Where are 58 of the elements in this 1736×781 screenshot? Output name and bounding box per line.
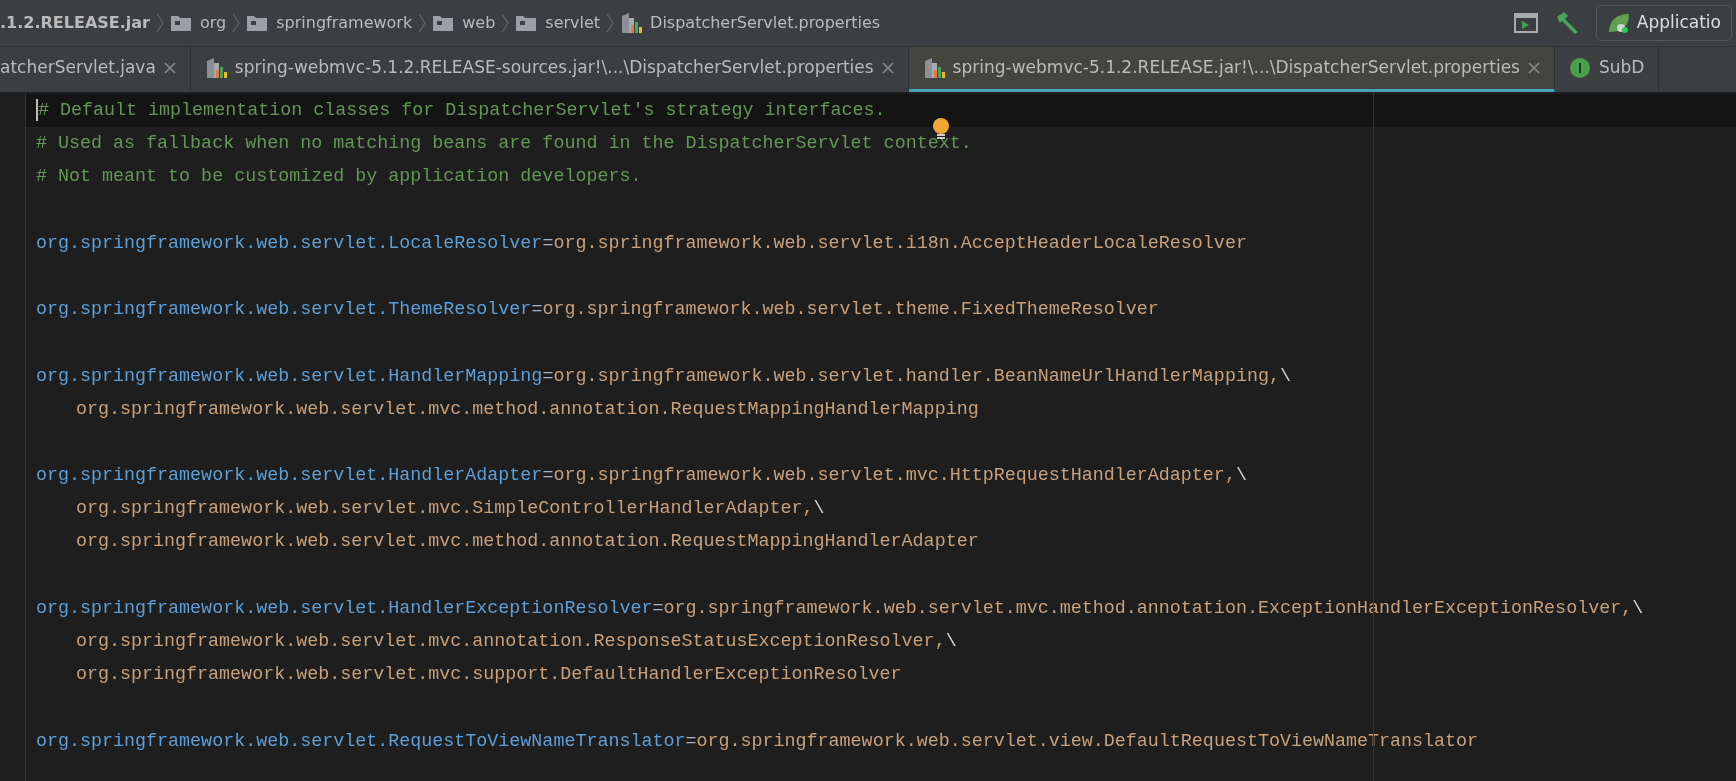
breadcrumb-item[interactable]: org	[199, 11, 227, 35]
line-continuation: \	[945, 631, 957, 652]
breadcrumb-item[interactable]: servlet	[545, 11, 601, 35]
property-key: org.springframework.web.servlet.ThemeResolver	[36, 299, 532, 321]
interface-icon	[1568, 57, 1591, 79]
property-value: org.springframework.web.servlet.mvc.SimpleControllerHandlerAdapter,	[76, 498, 814, 520]
equals-sign: =	[542, 365, 554, 387]
breadcrumb-item[interactable]: springframework	[276, 11, 413, 35]
comment-text: # Not meant to be customized by application developers.	[36, 166, 642, 188]
equals-sign: =	[542, 465, 554, 487]
property-value: org.springframework.web.servlet.view.DefaultRequestToViewNameTranslator	[696, 730, 1479, 752]
leaf-icon	[1606, 12, 1631, 34]
properties-file-icon	[620, 12, 643, 34]
breadcrumb-item[interactable]: DispatcherServlet.properties	[650, 11, 881, 35]
run-configuration-button[interactable]: Applicatio	[1595, 5, 1732, 41]
file-tab[interactable]: spring-webmvc-5.1.2.RELEASE.jar!\...\DispatcherServlet.properties	[908, 47, 1555, 92]
folder-icon	[246, 14, 269, 32]
line-continuation: \	[1279, 365, 1291, 387]
chevron-separator-icon	[155, 13, 164, 33]
breadcrumb-item[interactable]: web	[462, 11, 496, 35]
property-value: org.springframework.web.servlet.handler.BeanNameUrlHandlerMapping,	[553, 365, 1280, 387]
equals-sign: =	[652, 597, 664, 619]
comment-text: # Default implementation classes for DispatcherServlet's strategy interfaces.	[38, 100, 886, 121]
equals-sign: =	[542, 232, 554, 254]
chevron-separator-icon	[501, 13, 510, 33]
property-value: org.springframework.web.servlet.mvc.method.annotation.ExceptionHandlerExceptionResolver,	[663, 597, 1633, 619]
property-value: org.springframework.web.servlet.mvc.annotation.ResponseStatusExceptionResolver,	[76, 631, 946, 652]
property-key: org.springframework.web.servlet.LocaleResolver	[36, 232, 543, 254]
line-continuation: \	[1632, 597, 1644, 619]
equals-sign: =	[531, 299, 543, 321]
property-key: org.springframework.web.servlet.HandlerExceptionResolver	[36, 597, 653, 619]
chevron-separator-icon	[232, 13, 241, 33]
close-icon[interactable]	[1527, 62, 1540, 74]
breadcrumb-item[interactable]: .1.2.RELEASE.jar	[0, 11, 150, 35]
property-value: org.springframework.web.servlet.mvc.method.annotation.RequestMappingHandlerMapping	[76, 398, 979, 420]
property-key: org.springframework.web.servlet.RequestToViewNameTranslator	[36, 730, 686, 752]
folder-icon	[432, 14, 455, 32]
chevron-separator-icon	[606, 13, 615, 33]
line-continuation: \	[813, 498, 825, 520]
property-value: org.springframework.web.servlet.mvc.HttpRequestHandlerAdapter,	[553, 465, 1236, 487]
folder-icon	[169, 14, 192, 32]
property-value: org.springframework.web.servlet.i18n.AcceptHeaderLocaleResolver	[553, 232, 1247, 254]
property-key: org.springframework.web.servlet.HandlerAdapter	[36, 465, 543, 487]
run-window-icon[interactable]	[1513, 13, 1538, 33]
property-key: org.springframework.web.servlet.HandlerMapping	[36, 365, 543, 387]
close-icon[interactable]	[163, 62, 176, 74]
folder-icon	[515, 14, 538, 32]
close-icon[interactable]	[881, 62, 894, 74]
property-value: org.springframework.web.servlet.theme.FixedThemeResolver	[542, 299, 1159, 321]
property-value: org.springframework.web.servlet.mvc.method.annotation.RequestMappingHandlerAdapter	[76, 531, 979, 553]
property-value: org.springframework.web.servlet.mvc.support.DefaultHandlerExceptionResolver	[76, 664, 902, 686]
comment-text: # Used as fallback when no matching beans are found in the DispatcherServlet context.	[36, 133, 972, 155]
properties-file-icon	[204, 57, 227, 79]
chevron-separator-icon	[418, 13, 427, 33]
line-continuation: \	[1235, 465, 1247, 487]
equals-sign: =	[685, 730, 697, 752]
properties-file-icon	[922, 57, 945, 79]
file-tab[interactable]: atcherServlet.java	[0, 47, 191, 92]
